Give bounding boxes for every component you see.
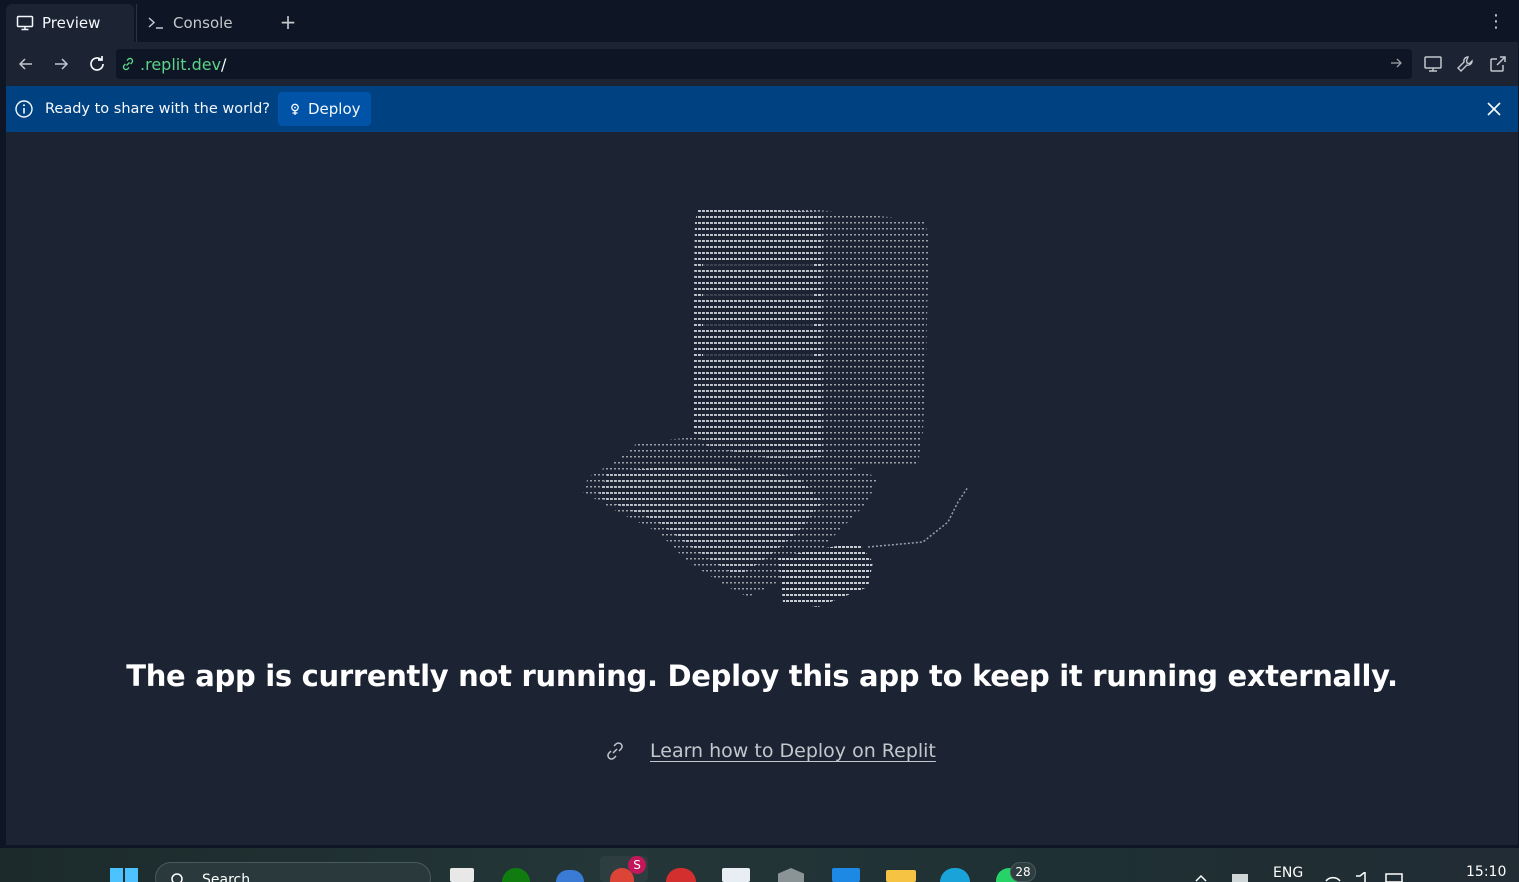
monitor-icon [16,14,34,32]
battery-icon[interactable] [1384,872,1406,882]
preview-pane: The app is currently not running. Deploy… [6,132,1518,845]
browser-nav-bar: .replit.dev/ [6,42,1518,86]
os-taskbar: Search S 28 ENG 15:10 [0,848,1519,882]
store-icon[interactable] [722,868,750,882]
taskbar-search[interactable]: Search [155,862,431,882]
devices-icon[interactable] [1422,53,1444,75]
deploy-icon [288,102,302,116]
deploy-button[interactable]: Deploy [278,92,371,126]
link-icon [604,740,626,762]
profile-badge: S [628,856,646,874]
url-host: .replit.dev [140,54,222,74]
not-running-headline: The app is currently not running. Deploy… [126,659,1398,693]
url-bar[interactable]: .replit.dev/ [116,49,1412,79]
whatsapp-badge: 28 [1010,862,1036,882]
reload-icon[interactable] [85,52,109,76]
info-icon [14,99,34,119]
volume-icon[interactable] [1354,872,1374,882]
learn-link-row: Learn how to Deploy on Replit [604,740,936,762]
tab-preview[interactable]: Preview [6,4,134,42]
banner-message: Ready to share with the world? [45,101,270,117]
url-text: .replit.dev/ [140,55,226,74]
wifi-icon[interactable] [1324,872,1342,882]
close-icon[interactable] [1484,99,1504,119]
search-placeholder: Search [202,872,251,882]
folder-icon[interactable] [886,870,916,882]
back-arrow-icon[interactable] [14,52,38,76]
deploy-banner: Ready to share with the world? Deploy [6,86,1518,132]
link-icon [120,56,136,72]
chevron-up-icon[interactable] [1194,874,1208,882]
add-tab-button[interactable]: + [278,10,298,34]
tab-preview-label: Preview [42,14,101,32]
learn-deploy-link[interactable]: Learn how to Deploy on Replit [650,740,936,762]
tab-bar: Preview Console + ⋮ [0,0,1519,42]
url-path: / [221,54,227,74]
file-viewer-icon[interactable] [450,868,474,882]
forward-arrow-icon[interactable] [49,52,73,76]
deploy-button-label: Deploy [308,100,361,118]
external-link-icon[interactable] [1487,53,1509,75]
go-arrow-icon[interactable] [1388,55,1404,75]
windows-start-icon[interactable] [110,868,140,882]
kebab-menu-icon[interactable]: ⋮ [1487,10,1505,34]
tab-console-label: Console [173,14,233,32]
clock-time[interactable]: 15:10 [1466,864,1506,880]
wrench-icon[interactable] [1454,53,1476,75]
terminal-icon [147,14,165,32]
tray-app-icon[interactable] [1230,872,1250,882]
chrome-app-active[interactable]: S [600,856,648,882]
search-icon [171,873,183,882]
vscode-icon[interactable] [832,868,860,882]
tab-console[interactable]: Console [136,4,267,42]
ascii-art-illustration [583,207,969,607]
language-indicator[interactable]: ENG [1273,865,1303,881]
